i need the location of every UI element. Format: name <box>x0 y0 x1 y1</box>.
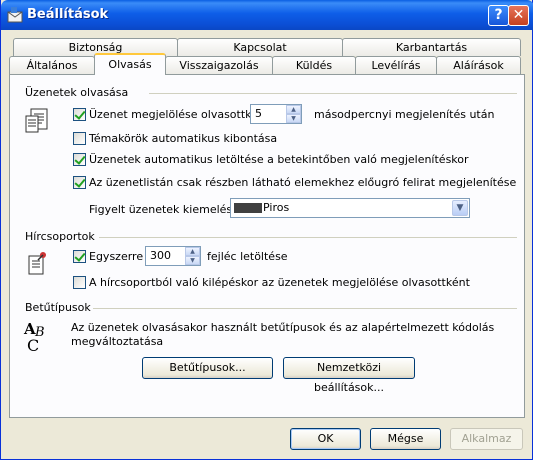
window-title: Beállítások <box>27 7 109 22</box>
fetch-headers-checkbox[interactable] <box>73 250 86 263</box>
newsgroup-icon <box>28 252 46 275</box>
svg-text:C: C <box>27 336 39 354</box>
tab-visszaigazolas[interactable]: Visszaigazolás <box>165 56 273 74</box>
apply-button[interactable]: Alkalmaz <box>450 428 523 450</box>
auto-download-label: Üzenetek automatikus letöltése a betekin… <box>89 153 469 166</box>
fetch-count-value: 300 <box>150 249 171 262</box>
tab-kapcsolat[interactable]: Kapcsolat <box>177 38 343 56</box>
tab-alairasok[interactable]: Aláírások <box>436 56 521 74</box>
spin-up-icon[interactable]: ▲ <box>185 247 200 256</box>
close-button[interactable]: ✕ <box>508 5 529 26</box>
spin-up-icon[interactable]: ▲ <box>286 105 301 114</box>
read-message-icon <box>25 108 48 133</box>
news-heading: Hírcsoportok <box>25 230 95 243</box>
help-button[interactable]: ? <box>488 5 509 26</box>
title-bar[interactable]: Beállítások ? ✕ <box>1 0 533 30</box>
fonts-button[interactable]: Betűtípusok... <box>142 357 273 379</box>
app-icon <box>7 7 23 23</box>
cancel-button[interactable]: Mégse <box>370 428 441 450</box>
highlight-value: Piros <box>263 201 290 214</box>
tab-levelirs[interactable]: Levélírás <box>355 56 437 74</box>
mark-on-exit-checkbox[interactable] <box>73 276 86 289</box>
reading-heading: Üzenetek olvasása <box>25 86 129 99</box>
fetch-headers-label: Egyszerre <box>89 250 144 263</box>
highlight-color-select[interactable]: Piros ▼ <box>230 198 470 218</box>
tooltip-checkbox[interactable] <box>73 176 86 189</box>
ok-button[interactable]: OK <box>290 428 361 450</box>
fonts-description-line1: Az üzenetek olvasásakor használt betűtíp… <box>71 321 495 334</box>
chevron-down-icon[interactable]: ▼ <box>452 200 468 216</box>
fetch-count-spinner[interactable]: 300 ▲ ▼ <box>145 246 201 266</box>
international-settings-button[interactable]: Nemzetközi beállítások... <box>283 357 415 394</box>
fetch-headers-suffix: fejléc letöltése <box>207 250 288 263</box>
mark-read-seconds-spinner[interactable]: 5 ▲ ▼ <box>250 104 302 124</box>
mark-read-label: Üzenet megjelölése olvasottként <box>89 108 270 121</box>
tab-altalanos[interactable]: Általános <box>9 56 95 74</box>
auto-expand-label: Témakörök automatikus kibontása <box>89 132 278 145</box>
tab-olvasas[interactable]: Olvasás <box>94 53 166 75</box>
spin-down-icon[interactable]: ▼ <box>286 114 301 123</box>
settings-window: Beállítások ? ✕ Biztonság Kapcsolat Karb… <box>0 0 533 460</box>
highlight-label: Figyelt üzenetek kiemelése: <box>89 203 243 216</box>
color-swatch <box>234 203 262 213</box>
auto-download-checkbox[interactable] <box>73 153 86 166</box>
fonts-description-line2: megváltoztatása <box>71 335 164 348</box>
mark-on-exit-label: A hírcsoportból való kilépéskor az üzene… <box>89 276 470 289</box>
fonts-separator <box>93 308 517 309</box>
mark-read-seconds-value: 5 <box>255 107 262 120</box>
tooltip-label: Az üzenetlistán csak részben látható ele… <box>89 176 517 189</box>
reading-separator <box>149 93 517 94</box>
tab-karbantartas[interactable]: Karbantartás <box>342 38 521 56</box>
tab-kuldes[interactable]: Küldés <box>272 56 356 74</box>
auto-expand-checkbox[interactable] <box>73 132 86 145</box>
news-separator <box>99 237 517 238</box>
mark-read-checkbox[interactable] <box>73 108 86 121</box>
fonts-icon: A B C <box>23 320 45 354</box>
spin-down-icon[interactable]: ▼ <box>185 256 200 265</box>
fonts-heading: Betűtípusok <box>25 301 91 314</box>
mark-read-suffix: másodpercnyi megjelenítés után <box>314 108 495 121</box>
